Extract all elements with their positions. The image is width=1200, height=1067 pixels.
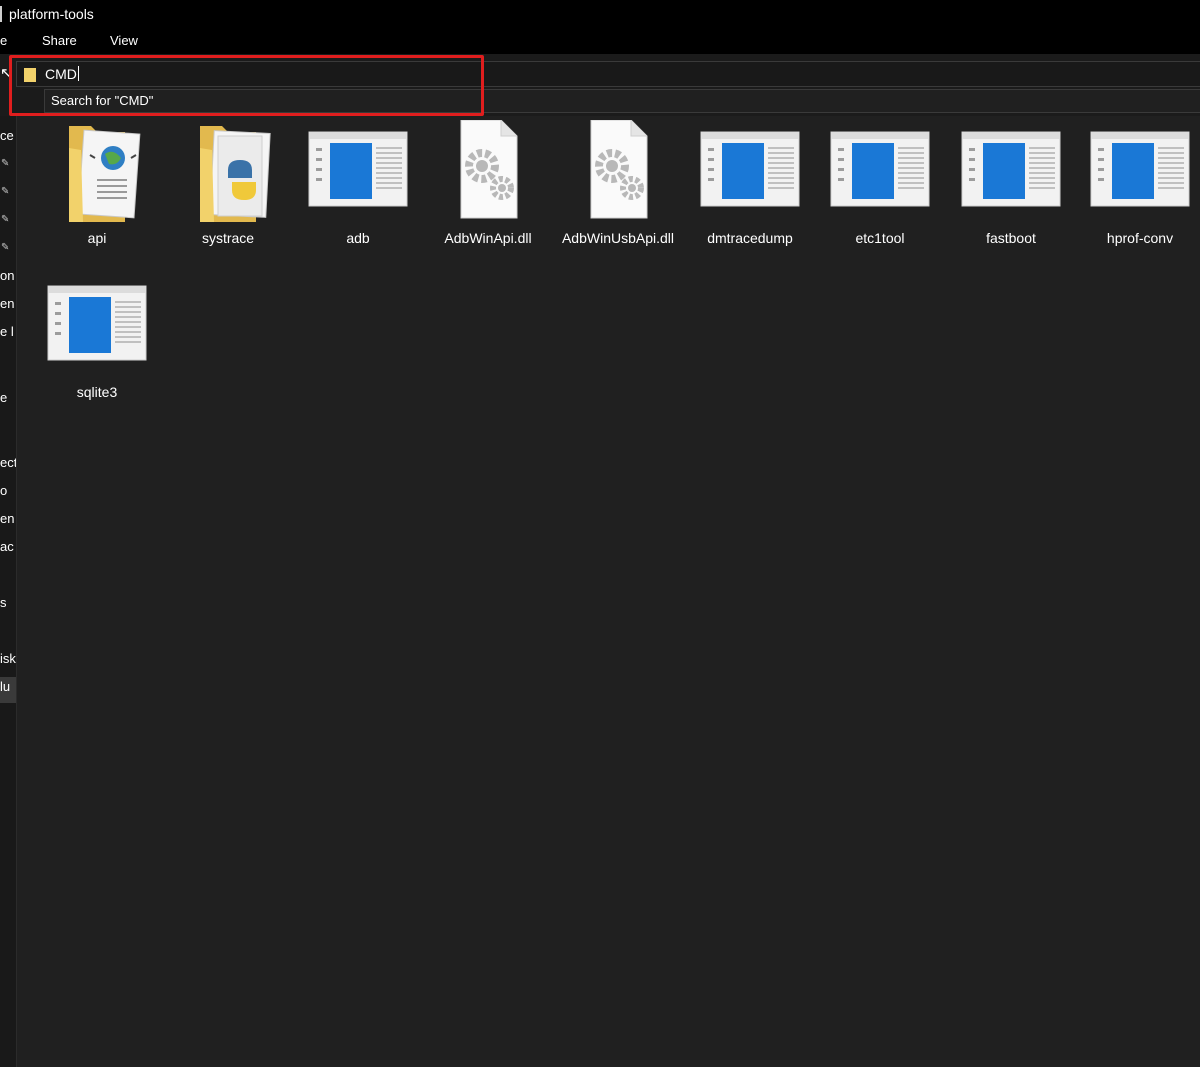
file-item-hprof-conv[interactable]: hprof-conv <box>1080 120 1200 260</box>
navigation-pane: ce ✎ ✎ ✎ ✎ on en e l e ect o en ac s isk… <box>0 116 17 1067</box>
ribbon-tab-file[interactable]: e <box>0 33 7 48</box>
pin-icon: ✎ <box>1 214 10 225</box>
pin-icon: ✎ <box>1 186 10 197</box>
nav-item[interactable]: s <box>0 595 7 610</box>
file-item-fastboot[interactable]: fastboot <box>951 120 1071 260</box>
file-item-sqlite3[interactable]: sqlite3 <box>37 274 157 414</box>
nav-item[interactable]: en <box>0 296 14 311</box>
folder-web-icon <box>69 126 141 222</box>
nav-item[interactable]: en <box>0 511 14 526</box>
file-name: api <box>87 230 107 246</box>
dll-gear-icon <box>590 120 648 219</box>
app-window-icon <box>1090 131 1190 207</box>
file-item-dmtracedump[interactable]: dmtracedump <box>690 120 810 260</box>
file-name: hprof-conv <box>1106 230 1174 246</box>
title-bar: platform-tools <box>0 0 1200 28</box>
file-item-etc1tool[interactable]: etc1tool <box>820 120 940 260</box>
file-item-adbwinusbapi-dll[interactable]: AdbWinUsbApi.dll <box>558 120 678 260</box>
dll-gear-icon <box>460 120 518 219</box>
nav-item[interactable]: lu <box>0 679 10 694</box>
file-name: systrace <box>201 230 255 246</box>
file-name: sqlite3 <box>76 384 118 400</box>
file-name: adb <box>346 230 370 246</box>
nav-item[interactable]: isk <box>0 651 16 666</box>
app-window-icon <box>830 131 930 207</box>
window-title: platform-tools <box>9 6 94 22</box>
file-item-adb[interactable]: adb <box>298 120 418 260</box>
app-window-icon <box>700 131 800 207</box>
file-item-systrace[interactable]: systrace <box>168 120 288 260</box>
nav-item[interactable]: ac <box>0 539 14 554</box>
nav-item[interactable]: ce <box>0 128 14 143</box>
nav-item[interactable]: ect <box>0 455 16 470</box>
pin-icon: ✎ <box>1 242 10 253</box>
file-name: AdbWinUsbApi.dll <box>561 230 675 246</box>
file-name: AdbWinApi.dll <box>444 230 532 246</box>
app-window-icon <box>961 131 1061 207</box>
file-item-api[interactable]: api <box>37 120 157 260</box>
nav-item[interactable]: on <box>0 268 14 283</box>
window-edge <box>0 6 2 22</box>
file-item-adbwinapi-dll[interactable]: AdbWinApi.dll <box>428 120 548 260</box>
nav-item[interactable]: e <box>0 390 7 405</box>
file-name: fastboot <box>986 230 1036 246</box>
pin-icon: ✎ <box>1 158 10 169</box>
file-name: dmtracedump <box>707 230 793 246</box>
nav-item[interactable]: e l <box>0 324 14 339</box>
file-name: etc1tool <box>855 230 905 246</box>
red-highlight-box <box>9 55 484 116</box>
app-window-icon <box>308 131 408 207</box>
ribbon: e Share View <box>0 28 1200 54</box>
folder-python-icon <box>200 126 271 222</box>
file-view: api systrace adb AdbWinApi.dll AdbWinUsb… <box>17 116 1200 1067</box>
app-window-icon <box>47 285 147 361</box>
ribbon-tab-view[interactable]: View <box>110 33 138 48</box>
nav-item[interactable]: o <box>0 483 7 498</box>
ribbon-tab-share[interactable]: Share <box>42 33 77 48</box>
